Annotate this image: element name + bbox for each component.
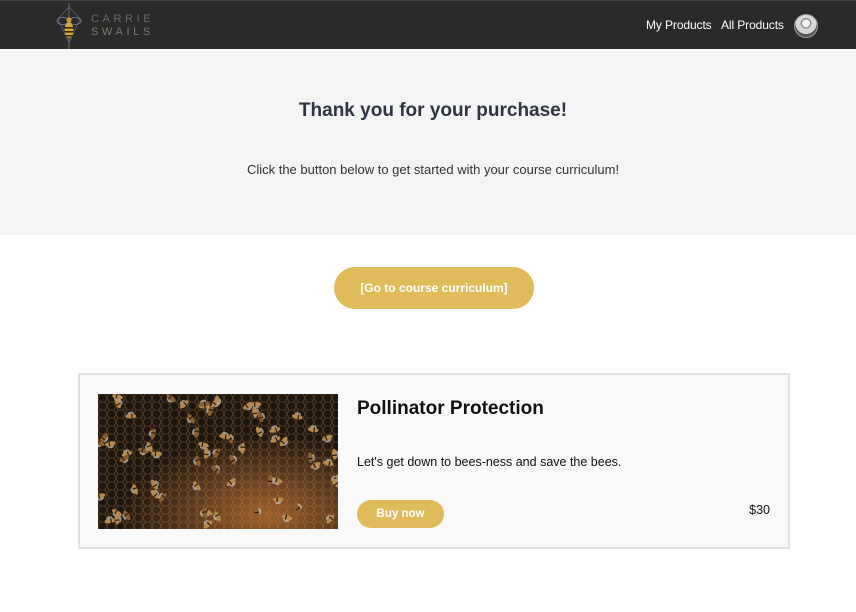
product-price: $30 (749, 503, 770, 517)
top-nav-bar: CARRIE SWAILS My Products All Products (0, 0, 856, 49)
bee-icon (56, 3, 82, 49)
product-image[interactable] (98, 394, 338, 529)
buy-now-button[interactable]: Buy now (357, 500, 444, 528)
product-card: Pollinator Protection Let's get down to … (78, 373, 790, 549)
logo-line-2: SWAILS (91, 26, 154, 38)
nav-my-products[interactable]: My Products (646, 18, 712, 32)
user-avatar[interactable] (794, 14, 818, 38)
product-title: Pollinator Protection (357, 398, 544, 419)
product-description: Let's get down to bees-ness and save the… (357, 455, 622, 469)
hero-subtitle: Click the button below to get started wi… (246, 162, 620, 177)
logo-line-1: CARRIE (91, 13, 155, 25)
page-title: Thank you for your purchase! (298, 100, 568, 121)
go-to-curriculum-button[interactable]: [Go to course curriculum] (334, 267, 534, 309)
honeybee-photo (98, 394, 338, 529)
thank-you-hero: Thank you for your purchase! Click the b… (0, 49, 856, 235)
nav-all-products[interactable]: All Products (721, 18, 784, 32)
logo-wordmark: CARRIE SWAILS (91, 13, 154, 39)
site-logo[interactable]: CARRIE SWAILS (54, 3, 164, 49)
